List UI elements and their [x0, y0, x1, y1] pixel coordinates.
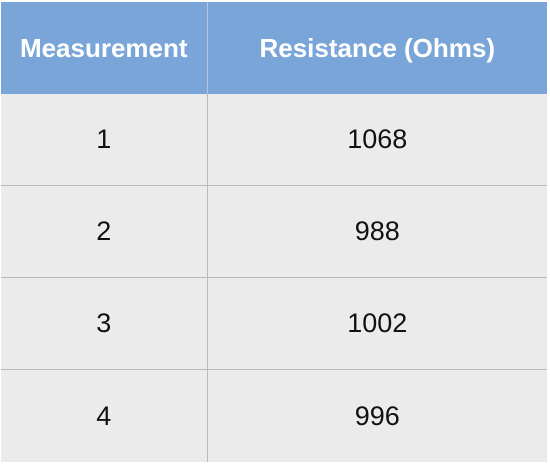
table-row: 2 988 — [1, 185, 547, 278]
table-row: 4 996 — [1, 369, 547, 462]
table-row: 3 1002 — [1, 277, 547, 370]
resistance-cell: 1002 — [207, 277, 547, 370]
header-resistance: Resistance (Ohms) — [207, 2, 547, 94]
measurement-cell: 3 — [1, 277, 208, 370]
measurement-cell: 2 — [1, 185, 208, 278]
table-body: 1 1068 2 988 3 1002 4 996 — [1, 94, 547, 462]
resistance-cell: 1068 — [207, 94, 547, 186]
measurement-cell: 1 — [1, 94, 208, 186]
table-row: 1 1068 — [1, 94, 547, 186]
header-row: Measurement Resistance (Ohms) — [1, 2, 547, 94]
resistance-table: Measurement Resistance (Ohms) 1 1068 2 9… — [1, 2, 547, 462]
header-measurement: Measurement — [1, 2, 208, 94]
resistance-cell: 996 — [207, 369, 547, 462]
resistance-cell: 988 — [207, 185, 547, 278]
measurement-cell: 4 — [1, 369, 208, 462]
table-header: Measurement Resistance (Ohms) — [1, 2, 547, 94]
